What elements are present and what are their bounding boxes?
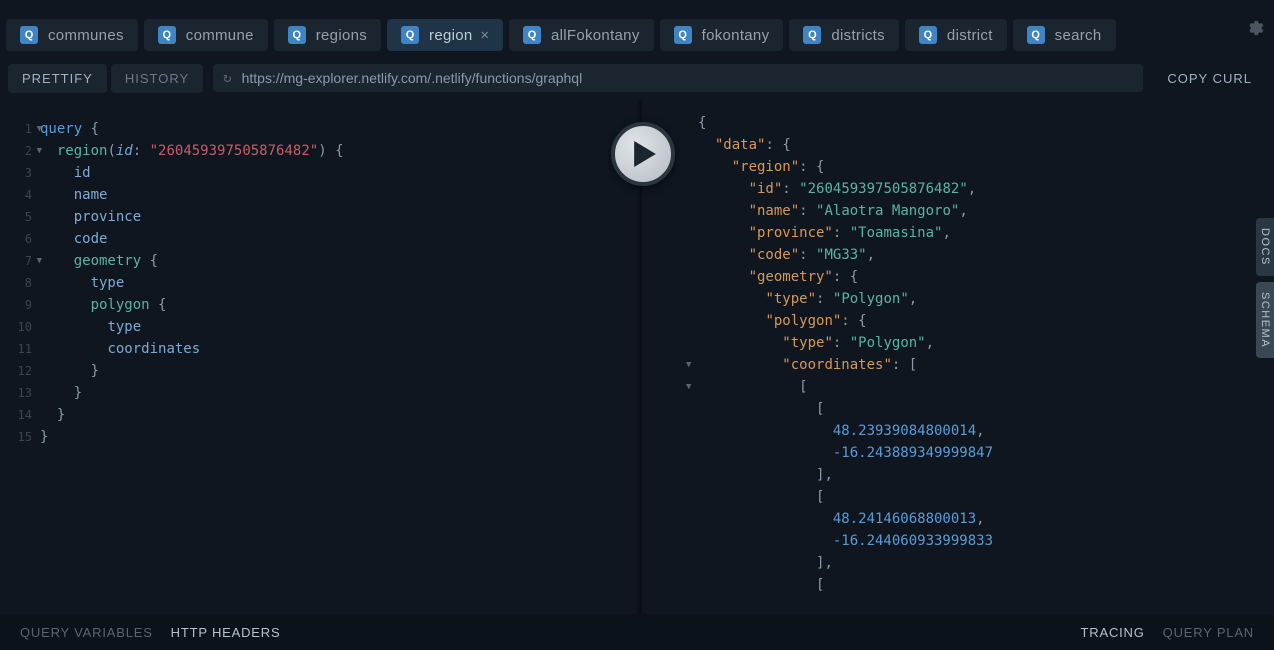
query-badge-icon: Q — [919, 26, 937, 44]
tab-label: region — [429, 27, 473, 44]
tab-search[interactable]: Q search — [1013, 19, 1116, 51]
tab-label: communes — [48, 27, 124, 44]
gear-icon[interactable] — [1244, 18, 1264, 43]
query-badge-icon: Q — [158, 26, 176, 44]
tracing-tab[interactable]: TRACING — [1081, 625, 1145, 640]
query-badge-icon: Q — [1027, 26, 1045, 44]
toolbar: PRETTIFY HISTORY ↻ https://mg-explorer.n… — [0, 56, 1274, 100]
copy-curl-button[interactable]: COPY CURL — [1153, 64, 1266, 93]
tab-regions[interactable]: Q regions — [274, 19, 381, 51]
tab-district[interactable]: Q district — [905, 19, 1007, 51]
tab-label: regions — [316, 27, 367, 44]
close-icon[interactable]: ✕ — [481, 27, 489, 43]
history-button[interactable]: HISTORY — [111, 64, 203, 93]
footer-bar: QUERY VARIABLES HTTP HEADERS TRACING QUE… — [0, 614, 1274, 650]
tab-communes[interactable]: Q communes — [6, 19, 138, 51]
query-badge-icon: Q — [803, 26, 821, 44]
query-badge-icon: Q — [288, 26, 306, 44]
execute-button[interactable] — [611, 122, 675, 186]
tab-label: search — [1055, 27, 1102, 44]
tab-label: allFokontany — [551, 27, 640, 44]
schema-tab[interactable]: SCHEMA — [1256, 282, 1274, 358]
query-editor[interactable]: query { region(id: "260459397505876482")… — [40, 100, 618, 648]
tabs-row: Q communes Q commune Q regions Q region … — [0, 14, 1274, 56]
reload-icon[interactable]: ↻ — [223, 70, 231, 86]
tab-commune[interactable]: Q commune — [144, 19, 268, 51]
tab-label: districts — [831, 27, 885, 44]
endpoint-input[interactable]: ↻ https://mg-explorer.netlify.com/.netli… — [213, 64, 1143, 92]
result-pane[interactable]: { "data": { "region": { "id": "260459397… — [642, 100, 1274, 648]
tab-label: commune — [186, 27, 254, 44]
tab-districts[interactable]: Q districts — [789, 19, 899, 51]
line-gutter: 1▼ 2▼ 3 4 5 6 7▼ 8 9 10 11 12 13 14 15 — [0, 100, 40, 648]
tab-allFokontany[interactable]: Q allFokontany — [509, 19, 654, 51]
endpoint-url: https://mg-explorer.netlify.com/.netlify… — [242, 70, 583, 86]
query-badge-icon: Q — [523, 26, 541, 44]
tab-label: district — [947, 27, 993, 44]
http-headers-tab[interactable]: HTTP HEADERS — [171, 625, 281, 640]
play-icon — [634, 141, 656, 167]
tab-fokontany[interactable]: Q fokontany — [660, 19, 784, 51]
docs-tab[interactable]: DOCS — [1256, 218, 1274, 276]
tab-label: fokontany — [702, 27, 770, 44]
prettify-button[interactable]: PRETTIFY — [8, 64, 107, 93]
tab-region[interactable]: Q region ✕ — [387, 19, 503, 51]
query-plan-tab[interactable]: QUERY PLAN — [1163, 625, 1254, 640]
query-badge-icon: Q — [401, 26, 419, 44]
query-variables-tab[interactable]: QUERY VARIABLES — [20, 625, 153, 640]
query-badge-icon: Q — [20, 26, 38, 44]
query-badge-icon: Q — [674, 26, 692, 44]
